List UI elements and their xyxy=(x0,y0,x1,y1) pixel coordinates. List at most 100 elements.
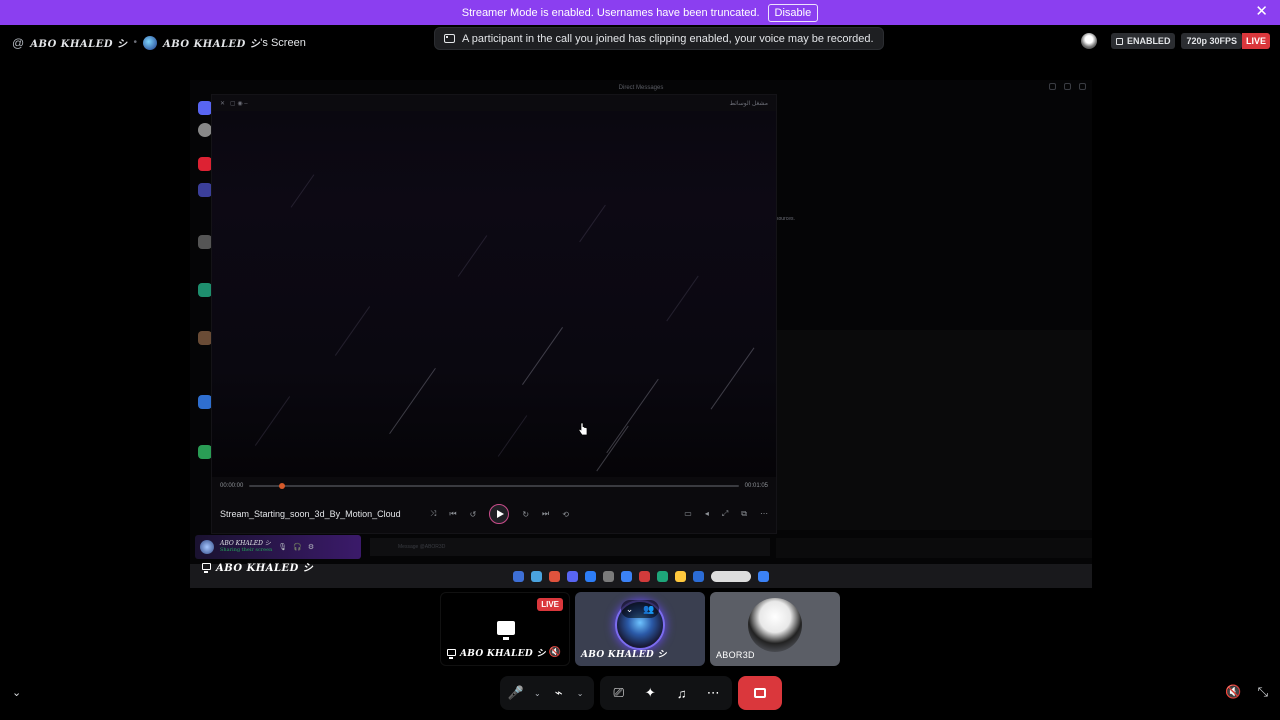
player-extra-buttons: ▭ ◂ ⤢ ⧉ ⋯ xyxy=(684,509,768,519)
remote-window-controls xyxy=(1049,83,1086,90)
shuffle-icon[interactable]: ⤨ xyxy=(430,509,436,519)
volume-icon[interactable]: ◂ xyxy=(705,509,709,519)
remote-server-icon xyxy=(198,283,212,297)
audio-video-group: 🎤 ⌄ ⌁ ⌄ xyxy=(500,676,594,710)
channel-user-name[interactable]: ABO KHALED シ xyxy=(30,35,127,50)
playback-buttons: ⤨ ⏮ ↺ ↻ ⏭ ⟲ xyxy=(430,504,569,524)
record-icon xyxy=(1115,37,1123,45)
view-controls: 🔇 ⤡ xyxy=(1225,684,1268,700)
screen-icon xyxy=(447,649,456,659)
repeat-icon[interactable]: ⟲ xyxy=(562,510,569,519)
remote-user-avatar xyxy=(200,540,214,554)
close-icon[interactable]: ✕ xyxy=(1255,4,1268,20)
remote-user-panel: ABO KHALED シ Sharing their screen 🎙 🎧 ⚙ xyxy=(195,535,361,559)
more-options-icon[interactable]: ⋯ xyxy=(760,509,768,519)
actions-group: ⎚ ✦ ♫ ⋯ xyxy=(600,676,732,710)
clips-enabled-badge: ENABLED xyxy=(1110,33,1176,49)
microphone-icon[interactable]: 🎤 xyxy=(508,685,524,701)
soundboard-icon[interactable]: ♫ xyxy=(674,685,690,701)
participant-name: ABO KHALED シ xyxy=(581,650,667,660)
leave-call-icon xyxy=(754,688,766,698)
streamer-mode-banner: Streamer Mode is enabled. Usernames have… xyxy=(0,0,1280,25)
chevron-down-icon[interactable]: ⌄ xyxy=(577,689,584,698)
participant-tile-stream[interactable]: LIVE ABO KHALED シ 🔇 xyxy=(440,592,570,666)
remote-server-icon xyxy=(198,395,212,409)
leave-call-button[interactable] xyxy=(738,676,782,710)
participant-tile-self[interactable]: ⌄ 👥 ABO KHALED シ xyxy=(575,592,705,666)
total-time: 00:01:05 xyxy=(744,483,768,489)
fullscreen-icon[interactable]: ⤢ xyxy=(722,509,728,519)
screen-suffix: 's Screen xyxy=(260,36,306,49)
breadcrumb: @ ABO KHALED シ • ABO KHALED シ's Screen xyxy=(12,35,306,50)
camera-off-icon[interactable]: ⌁ xyxy=(551,685,567,701)
participant-label: ABO KHALED シ xyxy=(447,646,546,659)
subtitles-icon[interactable]: ▭ xyxy=(684,509,692,519)
stream-quality-badge: 720p 30FPS xyxy=(1181,33,1242,49)
player-window-buttons: ✕ ▢ ◉ – xyxy=(220,100,248,107)
previous-icon[interactable]: ⏮ xyxy=(449,509,456,519)
enabled-text: ENABLED xyxy=(1126,36,1171,46)
remote-headset-icon: 🎧 xyxy=(293,544,302,551)
tile-controls[interactable]: ⌄ 👥 xyxy=(621,600,659,618)
chevron-down-icon[interactable]: ⌄ xyxy=(626,604,634,615)
remote-server-icon xyxy=(198,235,212,249)
screen-owner-name: ABO KHALED シ xyxy=(163,39,261,50)
forward-icon[interactable]: ↻ xyxy=(522,510,529,519)
disable-streamer-mode-button[interactable]: Disable xyxy=(767,3,819,22)
participant-tile-other[interactable]: ABOR3D xyxy=(710,592,840,666)
participant-label: ABO KHALED シ xyxy=(581,647,667,660)
breadcrumb-separator: • xyxy=(133,37,137,48)
clip-icon xyxy=(444,34,455,43)
remote-message-input: Message @ABOR3D xyxy=(370,538,770,556)
remote-chat-pane xyxy=(776,330,1092,530)
screen-share-icon[interactable]: ⎚ xyxy=(611,685,627,701)
seek-bar[interactable]: 00:00:00 00:01:05 xyxy=(220,481,768,491)
seek-track[interactable] xyxy=(249,483,739,489)
video-frame xyxy=(212,111,776,477)
player-header-title: مشغل الوسائط xyxy=(729,100,769,107)
activities-icon[interactable]: ✦ xyxy=(642,685,658,701)
stream-owner-name: ABO KHALED シ xyxy=(216,563,314,574)
hand-cursor-icon xyxy=(578,422,588,436)
remote-hint-text: sources. xyxy=(776,216,795,222)
remote-server-icon xyxy=(198,157,212,171)
remote-settings-icon: ⚙ xyxy=(307,544,315,551)
at-icon: @ xyxy=(12,35,25,50)
chevron-down-icon[interactable]: ⌄ xyxy=(534,689,541,698)
user-avatar-icon xyxy=(143,35,157,50)
remote-server-icon xyxy=(198,445,212,459)
participants-icon[interactable]: 👥 xyxy=(643,604,654,615)
seek-thumb[interactable] xyxy=(278,483,285,489)
clipping-notice-text: A participant in the call you joined has… xyxy=(462,32,874,45)
banner-text: Streamer Mode is enabled. Usernames have… xyxy=(461,6,760,19)
rewind-icon[interactable]: ↺ xyxy=(470,510,477,519)
media-player-header: ✕ ▢ ◉ – مشغل الوسائط xyxy=(212,95,776,111)
volume-mute-icon[interactable]: 🔇 xyxy=(1225,684,1241,700)
remote-server-icon xyxy=(198,331,212,345)
more-icon[interactable]: ⋯ xyxy=(705,685,721,701)
screen-share-stream[interactable]: Direct Messages sources. ✕ ▢ ◉ – مشغل ال… xyxy=(190,80,1092,588)
viewer-avatar[interactable] xyxy=(1080,33,1097,49)
live-badge: LIVE xyxy=(537,598,563,611)
exit-fullscreen-icon[interactable]: ⤡ xyxy=(1258,684,1268,700)
stream-owner-label: ABO KHALED シ xyxy=(202,559,313,574)
player-controls: Stream_Starting_soon_3d_By_Motion_Cloud … xyxy=(212,500,776,528)
participant-avatar xyxy=(748,598,802,652)
participant-label: ABOR3D xyxy=(716,650,755,660)
remote-toolbar xyxy=(776,538,1092,558)
remote-user-name-block: ABO KHALED シ Sharing their screen xyxy=(220,540,272,554)
remote-window-title: Direct Messages xyxy=(618,84,664,91)
remote-discord-icon xyxy=(198,101,212,115)
remote-user-name: ABO KHALED シ xyxy=(220,540,271,547)
muted-icon: 🔇 xyxy=(548,647,561,658)
play-button[interactable] xyxy=(489,504,510,524)
participant-name: ABO KHALED シ xyxy=(460,649,546,659)
remote-taskbar xyxy=(190,564,1092,588)
file-name: Stream_Starting_soon_3d_By_Motion_Cloud xyxy=(220,509,401,519)
remote-mic-icon: 🎙 xyxy=(278,544,288,551)
participant-name: ABOR3D xyxy=(716,650,755,660)
mini-player-icon[interactable]: ⧉ xyxy=(741,509,747,519)
call-header: @ ABO KHALED シ • ABO KHALED シ's Screen A… xyxy=(0,25,1280,59)
current-time: 00:00:00 xyxy=(220,483,244,489)
next-icon[interactable]: ⏭ xyxy=(542,509,549,519)
